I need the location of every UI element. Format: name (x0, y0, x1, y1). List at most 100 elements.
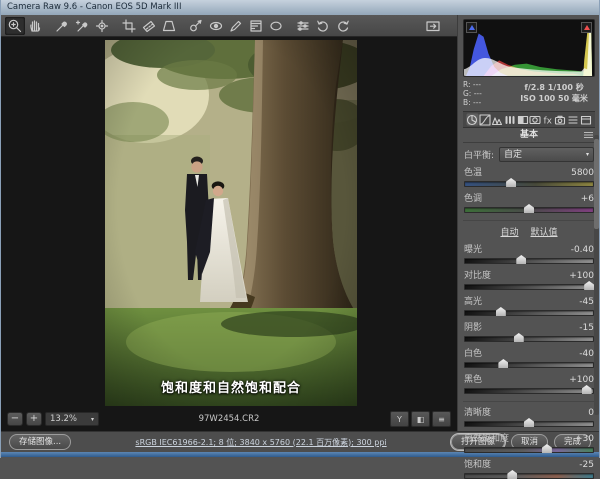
wedding-photo (105, 40, 357, 406)
white-balance-select[interactable]: 自定 ▾ (499, 147, 594, 162)
temperature-label: 色温 (464, 168, 482, 178)
camera-raw-window: Camera Raw 9.6 - Canon EOS 5D Mark III (0, 0, 600, 458)
window-title: Camera Raw 9.6 - Canon EOS 5D Mark III (7, 2, 181, 12)
whites-slider-track[interactable] (464, 362, 594, 368)
zoom-in-button[interactable]: + (26, 412, 42, 426)
exposure-slider-track[interactable] (464, 258, 594, 264)
color-sampler-tool-icon[interactable] (72, 17, 92, 35)
tab-snapshots-icon[interactable] (579, 113, 592, 126)
shadows-slider-thumb[interactable] (514, 333, 524, 342)
panel-menu-icon[interactable] (584, 132, 593, 138)
tint-slider-track[interactable] (464, 207, 594, 213)
preview-bottom-bar: − + 13.2% ▾ 97W2454.CR2 Y ◧ ≡ (1, 407, 457, 431)
shadows-value[interactable]: -15 (579, 323, 594, 333)
temperature-value[interactable]: 5800 (571, 168, 594, 178)
whites-slider-thumb[interactable] (498, 359, 508, 368)
blacks-slider-thumb[interactable] (582, 385, 592, 394)
clarity-slider-track[interactable] (464, 421, 594, 427)
photo-preview[interactable]: 饱和度和自然饱和配合 (105, 40, 357, 406)
shadow-clipping-toggle[interactable] (466, 22, 477, 33)
chevron-down-icon: ▾ (91, 413, 94, 426)
toolbar (1, 15, 457, 37)
adjustment-brush-tool-icon[interactable] (226, 17, 246, 35)
radial-filter-tool-icon[interactable] (266, 17, 286, 35)
whites-value[interactable]: -40 (579, 349, 594, 359)
tab-hsl-grayscale-icon[interactable] (504, 113, 517, 126)
contrast-slider-thumb[interactable] (584, 281, 594, 290)
saturation-slider-thumb[interactable] (507, 470, 517, 479)
panel-header-title: 基本 (520, 130, 538, 140)
contrast-slider-track[interactable] (464, 284, 594, 290)
toggle-fullscreen-icon[interactable] (423, 17, 443, 35)
default-link[interactable]: 默认值 (531, 225, 558, 238)
blacks-value[interactable]: +100 (569, 375, 594, 385)
tab-tone-curve-icon[interactable] (479, 113, 492, 126)
tab-camera-calibration-icon[interactable] (554, 113, 567, 126)
blacks-slider-track[interactable] (464, 388, 594, 394)
tab-basic-icon[interactable] (466, 113, 479, 126)
rotate-left-button-icon[interactable] (313, 17, 333, 35)
exposure-value[interactable]: -0.40 (571, 245, 594, 255)
zoom-level-select[interactable]: 13.2% ▾ (45, 412, 99, 426)
save-image-button[interactable]: 存储图像... (9, 434, 71, 450)
vibrance-slider-thumb[interactable] (542, 444, 552, 453)
split-view-icon[interactable]: ◧ (411, 411, 430, 427)
highlights-value[interactable]: -45 (579, 297, 594, 307)
tab-split-toning-icon[interactable] (516, 113, 529, 126)
tint-slider-thumb[interactable] (524, 204, 534, 213)
divider (463, 401, 595, 402)
crop-tool-icon[interactable] (119, 17, 139, 35)
targeted-adjustment-tool-icon[interactable] (92, 17, 112, 35)
temperature-slider-thumb[interactable] (506, 178, 516, 187)
auto-link[interactable]: 自动 (500, 225, 518, 238)
slider-tint: 色调+6 (464, 194, 594, 213)
highlights-slider-track[interactable] (464, 310, 594, 316)
highlights-slider-thumb[interactable] (496, 307, 506, 316)
graduated-filter-tool-icon[interactable] (246, 17, 266, 35)
tab-detail-icon[interactable] (491, 113, 504, 126)
shadows-slider-track[interactable] (464, 336, 594, 342)
exif-aperture-shutter: f/2.8 1/100 秒 (513, 82, 595, 93)
panel-tabs: fx (463, 111, 595, 128)
white-balance-value: 自定 (504, 149, 522, 161)
workflow-options-link[interactable]: sRGB IEC61966-2.1; 8 位; 3840 x 5760 (22.… (77, 437, 445, 448)
slider-whites: 白色-40 (464, 349, 594, 368)
rotate-right-button-icon[interactable] (333, 17, 353, 35)
zoom-tool-icon[interactable] (5, 17, 25, 35)
saturation-slider-track[interactable] (464, 473, 594, 479)
vibrance-value[interactable]: +30 (575, 434, 594, 444)
readout-red: R: --- (463, 80, 513, 89)
highlights-label: 高光 (464, 297, 482, 307)
highlight-clipping-icon (584, 25, 590, 30)
readout-green: G: --- (463, 89, 513, 98)
hand-tool-icon[interactable] (25, 17, 45, 35)
photo-caption: 饱和度和自然饱和配合 (105, 377, 357, 396)
clarity-slider-thumb[interactable] (524, 418, 534, 427)
tint-value[interactable]: +6 (581, 194, 594, 204)
temperature-slider-track[interactable] (464, 181, 594, 187)
exif-info: R: --- G: --- B: --- f/2.8 1/100 秒 ISO 1… (463, 80, 595, 107)
contrast-value[interactable]: +100 (569, 271, 594, 281)
highlight-clipping-toggle[interactable] (581, 22, 592, 33)
panel-scrollbar[interactable] (594, 135, 599, 415)
preferences-button-icon[interactable] (293, 17, 313, 35)
straighten-tool-icon[interactable] (139, 17, 159, 35)
transform-tool-icon[interactable] (159, 17, 179, 35)
red-eye-tool-icon[interactable] (206, 17, 226, 35)
spot-removal-tool-icon[interactable] (186, 17, 206, 35)
white-balance-tool-icon[interactable] (52, 17, 72, 35)
scrollbar-thumb[interactable] (594, 139, 599, 229)
tab-lens-corrections-icon[interactable] (529, 113, 542, 126)
title-bar[interactable]: Camera Raw 9.6 - Canon EOS 5D Mark III (1, 0, 599, 15)
view-menu-icon[interactable]: ≡ (432, 411, 451, 427)
before-after-toggle-icon[interactable]: Y (390, 411, 409, 427)
exposure-slider-thumb[interactable] (516, 255, 526, 264)
vibrance-slider-track[interactable] (464, 447, 594, 453)
saturation-value[interactable]: -25 (579, 460, 594, 470)
tab-effects-icon[interactable]: fx (542, 113, 555, 126)
slider-clarity: 清晰度0 (464, 408, 594, 427)
zoom-out-button[interactable]: − (7, 412, 23, 426)
tab-presets-icon[interactable] (567, 113, 580, 126)
svg-text:fx: fx (543, 116, 552, 126)
shadows-label: 阴影 (464, 323, 482, 333)
